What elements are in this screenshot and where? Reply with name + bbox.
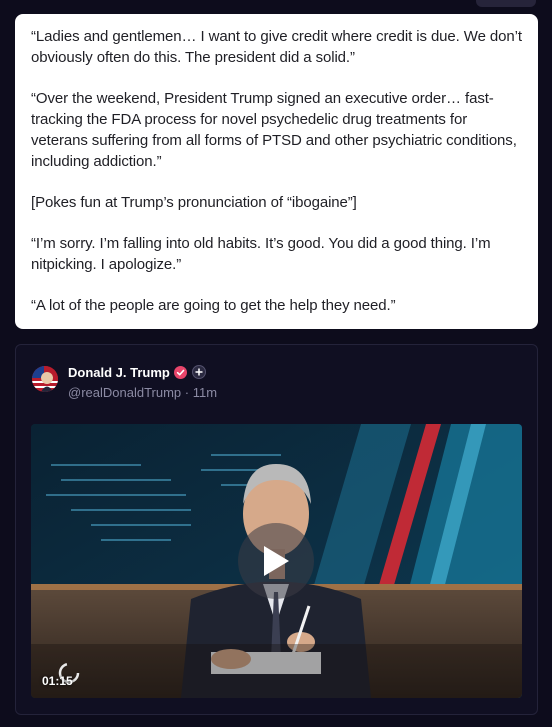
quote-paragraph: “Ladies and gentlemen… I want to give cr… <box>31 28 522 66</box>
video-player[interactable]: 01:15 <box>31 424 522 698</box>
quote-paragraph: “A lot of the people are going to get th… <box>31 297 396 314</box>
verified-badge-icon <box>173 365 187 379</box>
quote-paragraph: [Pokes fun at Trump’s pronunciation of “… <box>31 194 357 211</box>
plus-icon[interactable] <box>191 365 206 379</box>
post-time[interactable]: 11m <box>193 385 217 400</box>
quote-paragraph: “I’m sorry. I’m falling into old habits.… <box>31 235 491 273</box>
top-tab[interactable] <box>476 0 536 7</box>
handle-row: @realDonaldTrump · 11m <box>68 385 217 400</box>
quote-paragraph: “Over the weekend, President Trump signe… <box>31 90 517 170</box>
author-row: Donald J. Trump <box>68 363 206 381</box>
play-icon <box>264 546 289 576</box>
author-name[interactable]: Donald J. Trump <box>68 365 170 380</box>
video-duration: 01:15 <box>42 674 73 688</box>
quote-card: “Ladies and gentlemen… I want to give cr… <box>15 14 538 329</box>
avatar[interactable] <box>32 366 58 392</box>
post-card[interactable]: Donald J. Trump @realDonaldTrump · 11m 0… <box>15 344 538 715</box>
author-handle[interactable]: @realDonaldTrump <box>68 385 181 400</box>
play-button[interactable] <box>238 523 314 599</box>
separator: · <box>184 385 190 400</box>
